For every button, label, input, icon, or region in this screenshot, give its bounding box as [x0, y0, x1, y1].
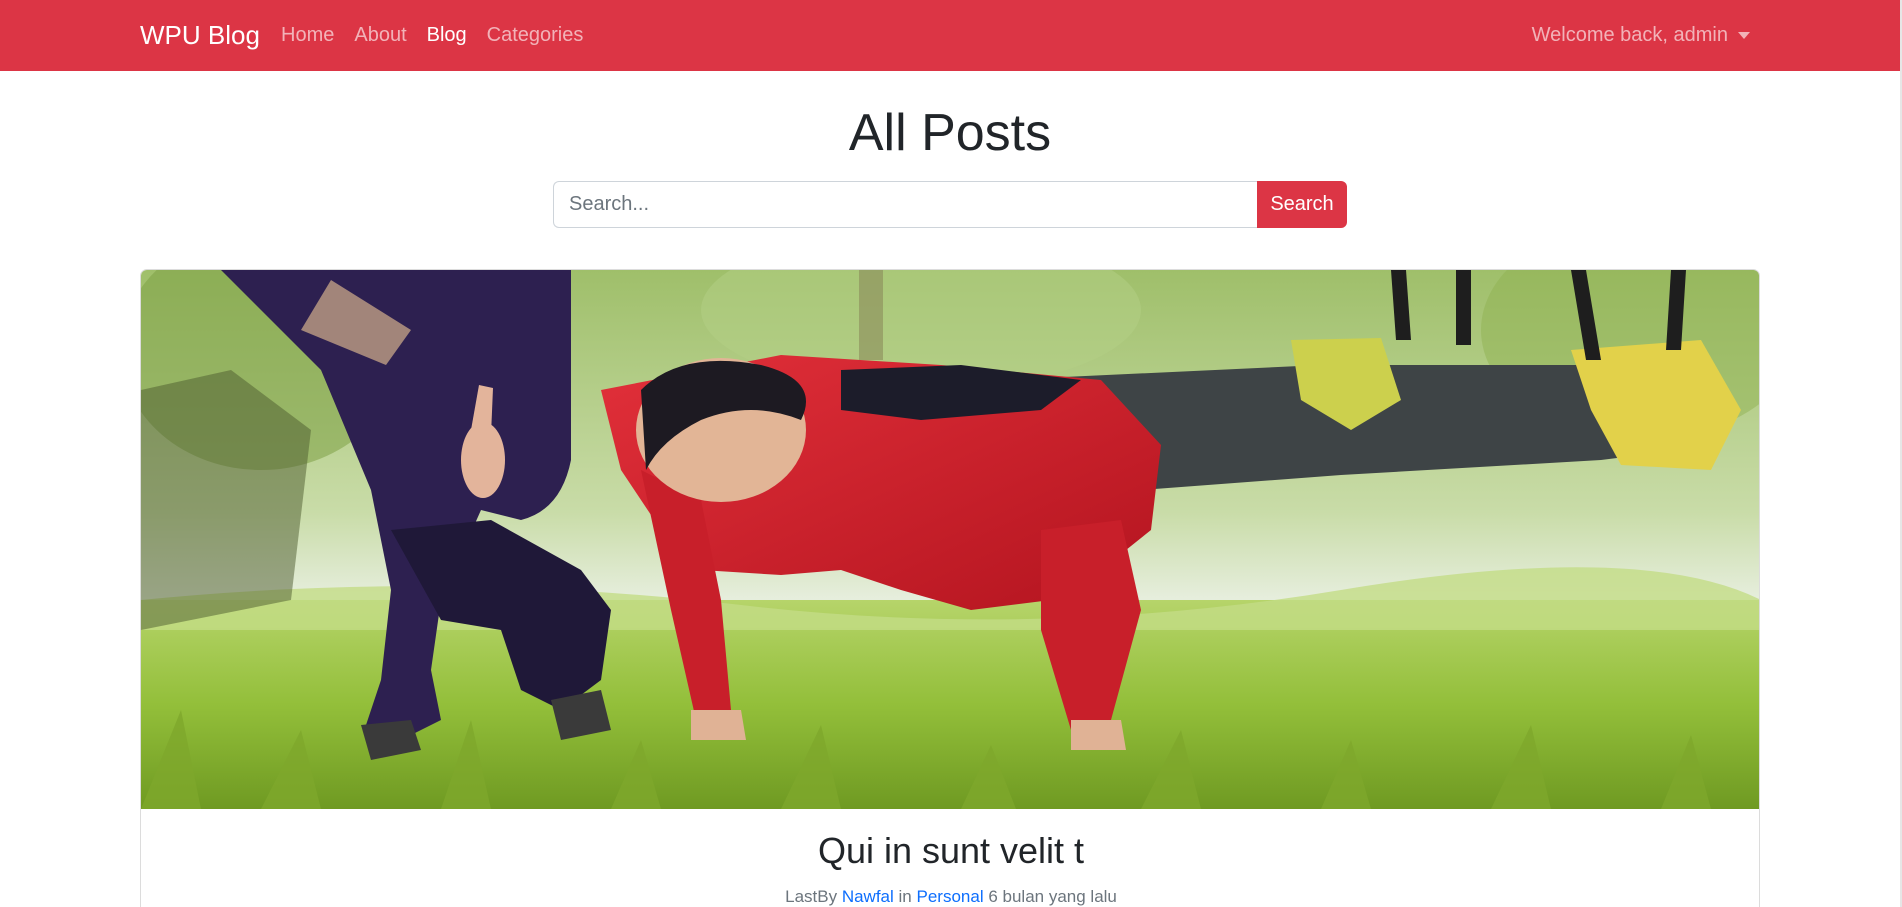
top-navbar: WPU Blog Home About Blog Categories Welc… — [0, 0, 1902, 71]
post-title[interactable]: Qui in sunt velit t — [141, 830, 1759, 872]
search-input[interactable] — [553, 181, 1257, 228]
nav-link-categories[interactable]: Categories — [487, 24, 584, 47]
nav-link-home[interactable]: Home — [281, 24, 334, 47]
nav-link-blog[interactable]: Blog — [427, 24, 467, 47]
nav-link-about[interactable]: About — [354, 24, 406, 47]
post-meta: LastBy Nawfal in Personal 6 bulan yang l… — [141, 887, 1759, 907]
category-link[interactable]: Personal — [917, 887, 984, 906]
post-time: 6 bulan yang lalu — [988, 887, 1117, 906]
brand-link[interactable]: WPU Blog — [140, 20, 260, 51]
meta-connector: in — [898, 887, 912, 906]
meta-prefix: LastBy — [785, 887, 838, 906]
search-form: Search — [553, 181, 1347, 228]
featured-post-image[interactable] — [141, 270, 1759, 809]
chevron-down-icon — [1738, 32, 1750, 39]
search-button[interactable]: Search — [1257, 181, 1347, 228]
page-title: All Posts — [848, 104, 1052, 162]
featured-post-card: Qui in sunt velit t LastBy Nawfal in Per… — [140, 269, 1760, 907]
user-greeting: Welcome back, admin — [1531, 24, 1728, 46]
author-link[interactable]: Nawfal — [842, 887, 894, 906]
user-dropdown-toggle[interactable]: Welcome back, admin — [1532, 24, 1750, 47]
nav-links: Home About Blog Categories — [281, 24, 583, 47]
